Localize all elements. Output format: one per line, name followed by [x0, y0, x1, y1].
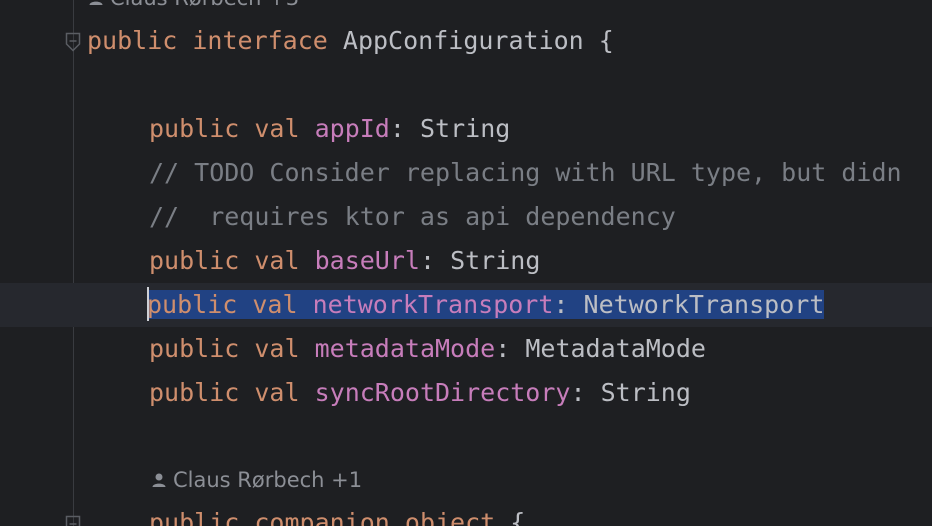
code-line[interactable]: public interface AppConfiguration { — [0, 19, 932, 63]
colon: : — [553, 290, 569, 319]
code-line[interactable]: // requires ktor as api dependency — [0, 195, 932, 239]
comment: // TODO Consider replacing with URL type… — [149, 158, 902, 187]
type-name: MetadataMode — [525, 334, 706, 363]
keyword: public — [149, 508, 240, 526]
brace: { — [510, 508, 526, 526]
colon: : — [389, 114, 405, 143]
code-line[interactable]: public val appId: String — [0, 107, 932, 151]
code-line-current[interactable]: public val networkTransport: NetworkTran… — [0, 283, 932, 327]
code-line[interactable]: public companion object { — [0, 501, 932, 526]
colon: : — [419, 246, 436, 275]
colon: : — [570, 378, 586, 407]
keyword: val — [254, 334, 300, 363]
keyword: val — [254, 378, 300, 407]
keyword: companion — [254, 508, 390, 526]
code-line[interactable]: public val metadataMode: MetadataMode — [0, 327, 932, 371]
code-line[interactable]: public val baseUrl: String — [0, 239, 932, 283]
type-name: AppConfiguration — [342, 26, 584, 55]
brace: { — [598, 26, 614, 55]
colon: : — [495, 334, 511, 363]
comment: // requires ktor as api dependency — [149, 202, 676, 231]
code-line[interactable]: public val syncRootDirectory: String — [0, 371, 932, 415]
code-author-hint[interactable]: Claus Rørbech +3 — [88, 0, 299, 10]
keyword: val — [254, 246, 300, 275]
code-author-hint[interactable]: Claus Rørbech +1 — [151, 468, 362, 492]
keyword: public — [149, 378, 240, 407]
property-name: appId — [314, 114, 390, 143]
property-name: metadataMode — [314, 334, 496, 363]
code-line[interactable]: // TODO Consider replacing with URL type… — [0, 151, 932, 195]
type-name: String — [600, 378, 691, 407]
author-label: Claus Rørbech +1 — [173, 468, 363, 492]
keyword: object — [404, 508, 496, 526]
keyword: val — [252, 290, 298, 319]
text-selection[interactable]: public val networkTransport: NetworkTran… — [147, 290, 825, 319]
type-name: String — [419, 114, 511, 143]
person-icon — [89, 1, 103, 5]
property-name: networkTransport — [312, 290, 554, 319]
code-editor[interactable]: Claus Rørbech +3 public interface AppCon… — [0, 0, 932, 526]
author-label: Claus Rørbech +3 — [110, 0, 299, 10]
keyword: public — [149, 246, 240, 275]
text-caret — [147, 287, 149, 321]
keyword: public — [147, 290, 238, 319]
property-name: baseUrl — [314, 246, 420, 275]
type-name: NetworkTransport — [583, 290, 825, 319]
keyword: public — [87, 26, 178, 55]
person-icon — [152, 473, 166, 487]
keyword: public — [149, 334, 240, 363]
keyword: interface — [192, 26, 328, 55]
type-name: String — [450, 246, 541, 275]
keyword: val — [254, 114, 300, 143]
keyword: public — [149, 114, 240, 143]
property-name: syncRootDirectory — [314, 378, 571, 407]
